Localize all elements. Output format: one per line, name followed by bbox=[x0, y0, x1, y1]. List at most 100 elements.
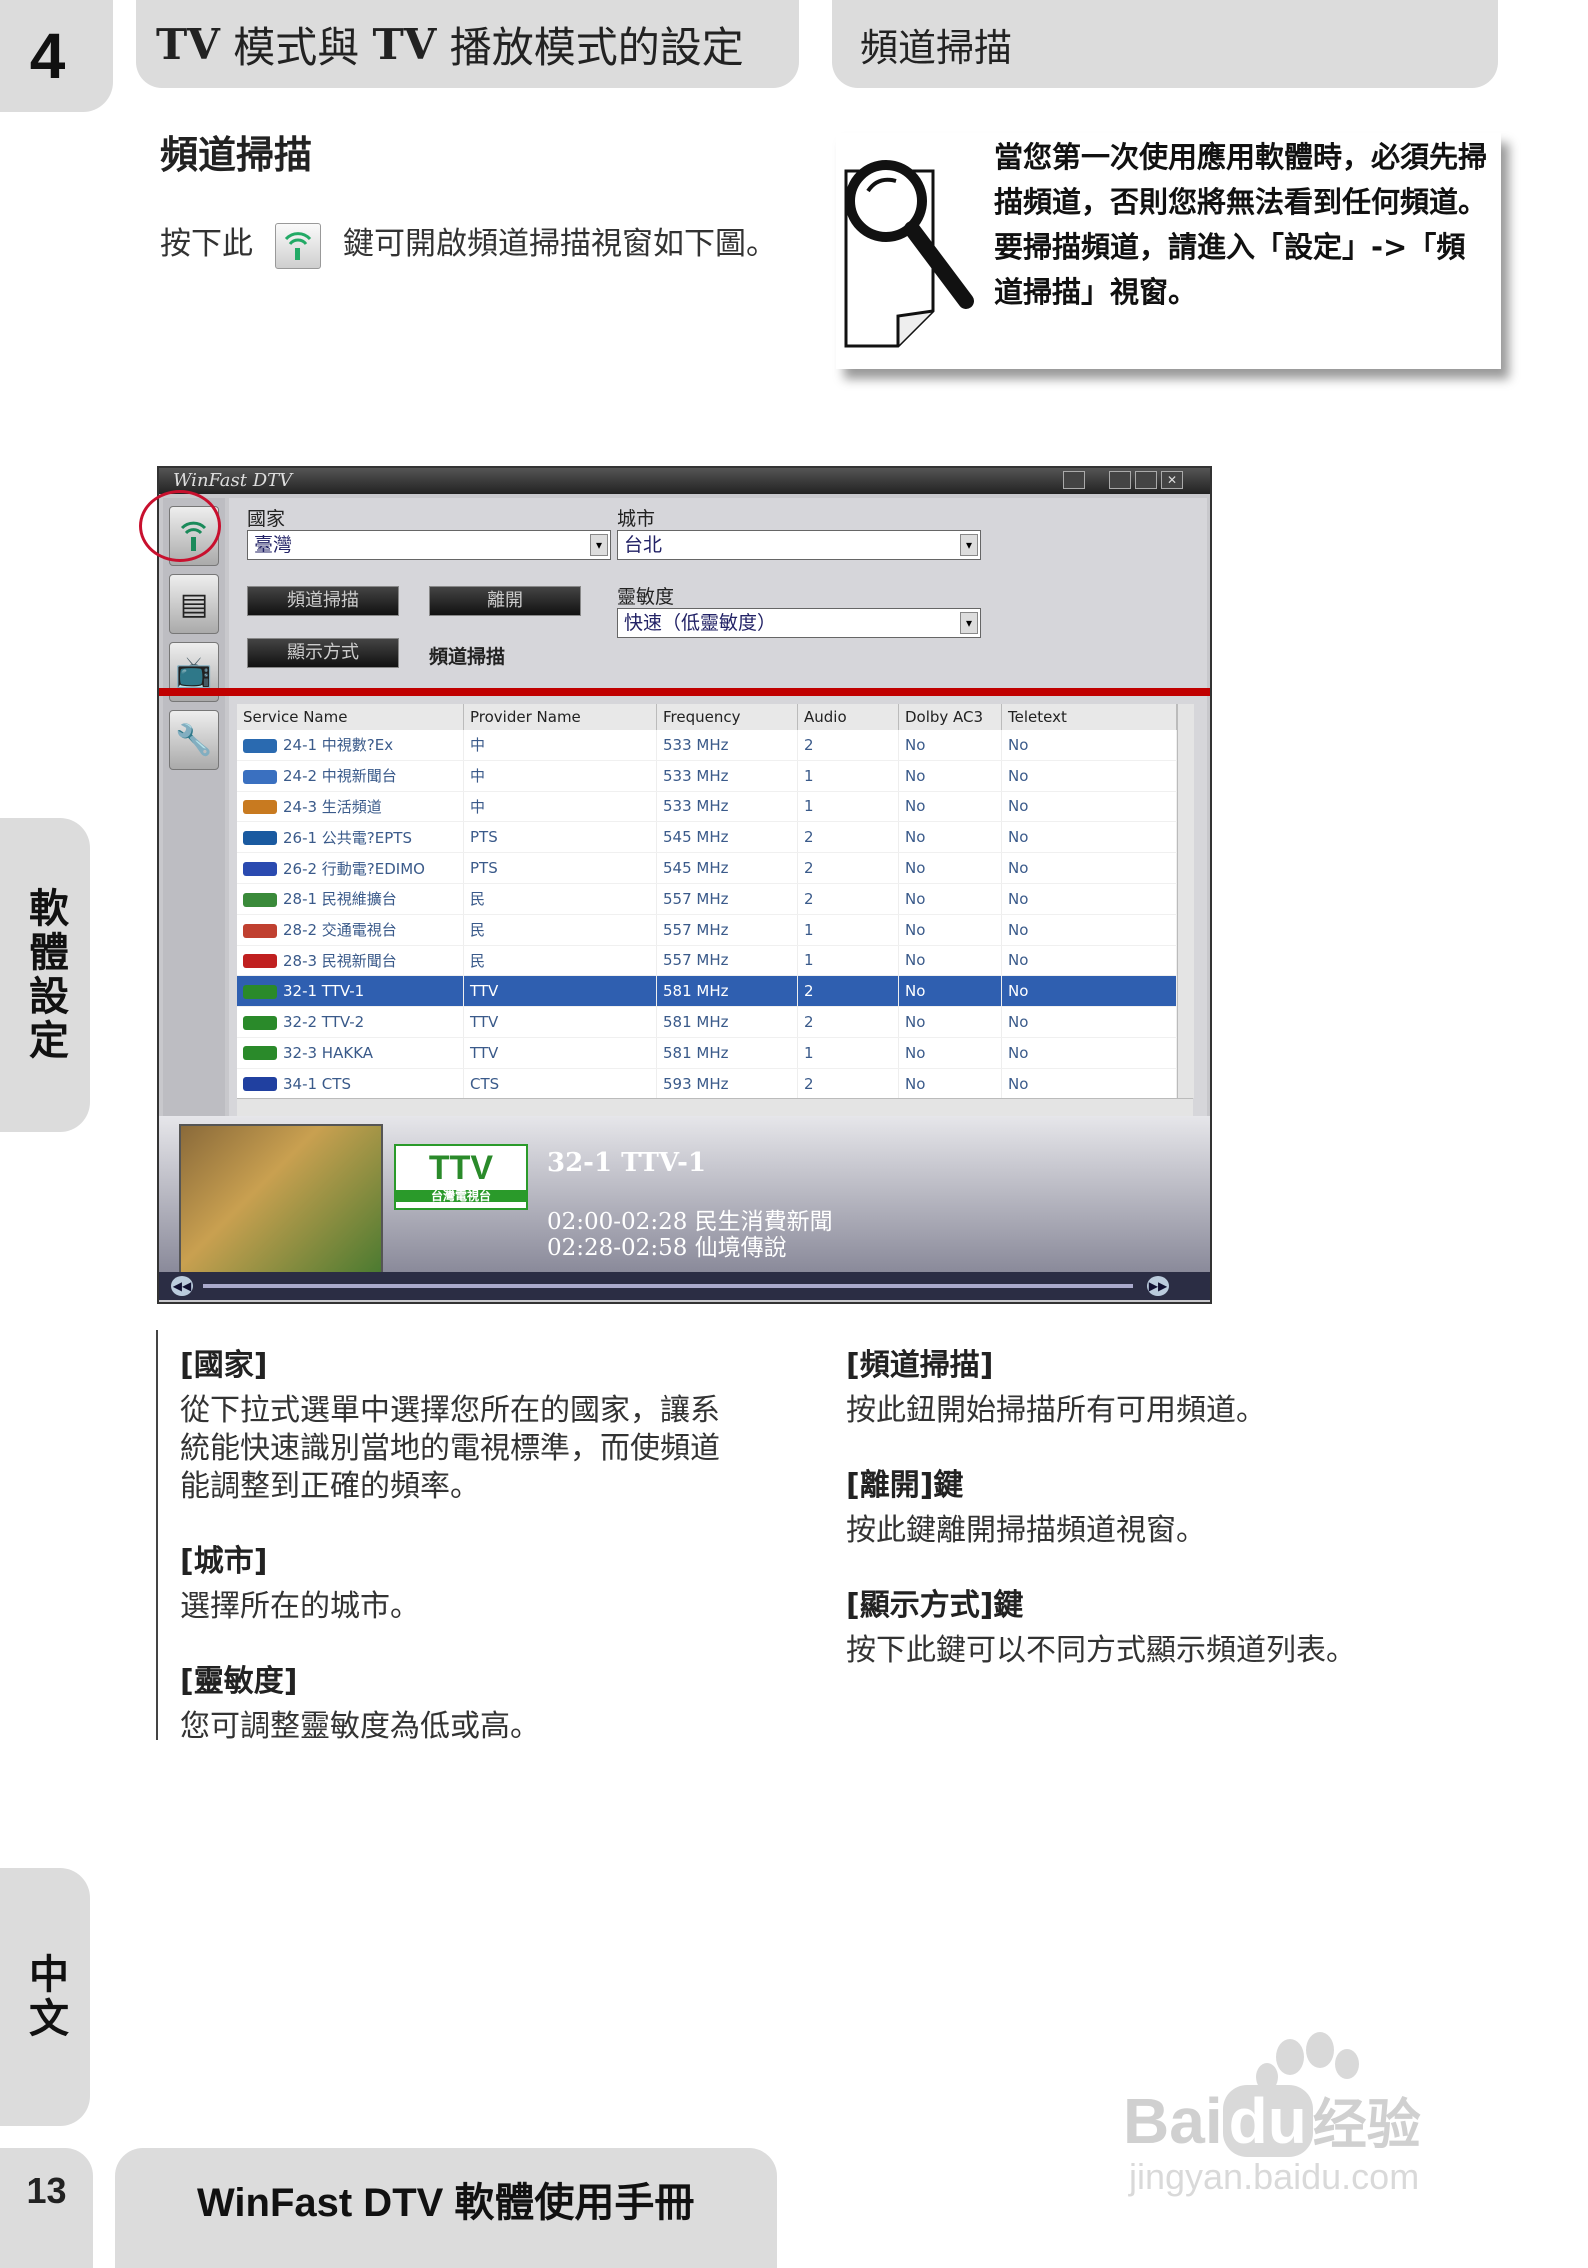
table-row[interactable]: 28-2 交通電視台 民 557 MHz 1 No No bbox=[237, 914, 1177, 946]
table-row[interactable]: 34-1 CTS CTS 593 MHz 2 No No bbox=[237, 1068, 1177, 1100]
table-cell: 545 MHz bbox=[656, 852, 798, 884]
country-select[interactable]: 臺灣 ▾ bbox=[247, 530, 611, 560]
table-cell: No bbox=[898, 821, 1002, 854]
cell-text: No bbox=[1008, 920, 1029, 939]
table-cell: 中 bbox=[463, 730, 657, 761]
table-cell: No bbox=[1001, 730, 1177, 761]
cell-text: PTS bbox=[470, 859, 498, 878]
table-row[interactable]: 32-1 TTV-1 TTV 581 MHz 2 No No bbox=[237, 975, 1177, 1008]
cell-text: 26-2 行動電?EDIMO bbox=[283, 859, 425, 878]
cell-text: No bbox=[905, 889, 926, 908]
table-row[interactable]: 26-1 公共電?EPTS PTS 545 MHz 2 No No bbox=[237, 821, 1177, 854]
forward-icon[interactable]: ▶▶ bbox=[1147, 1276, 1169, 1296]
table-row[interactable]: 28-3 民視新聞台 民 557 MHz 1 No No bbox=[237, 945, 1177, 977]
table-cell: 28-2 交通電視台 bbox=[237, 914, 464, 946]
rewind-icon[interactable]: ◀◀ bbox=[171, 1276, 193, 1296]
cell-text: No bbox=[1008, 951, 1029, 970]
def-scan-desc: 按此鈕開始掃描所有可用頻道。 bbox=[846, 1393, 1266, 1428]
col-dolby[interactable]: Dolby AC3 bbox=[898, 704, 1002, 730]
table-cell: 32-3 HAKKA bbox=[237, 1037, 464, 1069]
def-sensitivity-term: [靈敏度] bbox=[180, 1664, 298, 1699]
ttv-logo-sub: 台灣電視台 bbox=[396, 1190, 526, 1202]
display-mode-button[interactable]: 顯示方式 bbox=[247, 638, 399, 668]
table-cell: No bbox=[898, 1037, 1002, 1069]
highlight-circle bbox=[139, 490, 221, 562]
cell-text: 26-1 公共電?EPTS bbox=[283, 828, 412, 847]
table-cell: No bbox=[1001, 945, 1177, 977]
cell-text: TTV bbox=[470, 1013, 499, 1032]
table-cell: 2 bbox=[797, 1006, 899, 1038]
def-city-desc: 選擇所在的城市。 bbox=[180, 1589, 420, 1624]
table-cell: No bbox=[898, 1068, 1002, 1100]
scan-button[interactable]: 頻道掃描 bbox=[247, 586, 399, 616]
cell-text: 2 bbox=[804, 1013, 814, 1032]
channel-logo-icon bbox=[243, 1077, 277, 1092]
section-label-tab: 頻道掃描 bbox=[832, 0, 1498, 88]
cell-text: No bbox=[905, 1013, 926, 1032]
city-label: 城市 bbox=[617, 508, 656, 530]
cell-text: 1 bbox=[804, 920, 814, 939]
sensitivity-select[interactable]: 快速（低靈敏度） ▾ bbox=[617, 608, 981, 638]
table-cell: 中 bbox=[463, 760, 657, 792]
cell-text: No bbox=[1008, 982, 1029, 1001]
cell-text: 28-3 民視新聞台 bbox=[283, 951, 397, 970]
table-cell: PTS bbox=[463, 821, 657, 854]
col-provider-name[interactable]: Provider Name bbox=[463, 704, 657, 730]
playback-bar: ◀◀ ▶▶ bbox=[159, 1272, 1210, 1300]
cell-text: 557 MHz bbox=[663, 920, 729, 939]
watermark-brand-cn: 经验 bbox=[1312, 2095, 1421, 2155]
table-cell: 581 MHz bbox=[656, 1006, 798, 1038]
settings-tab-strip: ▤ 📺 🔧 bbox=[163, 498, 225, 1163]
table-row[interactable]: 24-2 中視新聞台 中 533 MHz 1 No No bbox=[237, 760, 1177, 792]
window-maximize-button[interactable] bbox=[1135, 471, 1157, 489]
channel-logo-icon bbox=[243, 769, 277, 784]
table-horizontal-scrollbar[interactable] bbox=[237, 1098, 1193, 1117]
city-value: 台北 bbox=[624, 534, 663, 556]
table-cell: 2 bbox=[797, 975, 899, 1008]
window-mode-button[interactable] bbox=[1063, 471, 1085, 489]
table-row[interactable]: 26-2 行動電?EDIMO PTS 545 MHz 2 No No bbox=[237, 852, 1177, 884]
table-cell: 民 bbox=[463, 914, 657, 946]
def-sensitivity-desc: 您可調整靈敏度為低或高。 bbox=[180, 1709, 540, 1744]
table-cell: No bbox=[1001, 821, 1177, 854]
col-audio[interactable]: Audio bbox=[797, 704, 899, 730]
window-title: WinFast DTV bbox=[173, 470, 293, 491]
chapter-number-tab: 4 bbox=[0, 0, 113, 112]
cell-text: 32-2 TTV-2 bbox=[283, 1013, 365, 1032]
window-close-button[interactable]: ✕ bbox=[1161, 471, 1183, 489]
table-row[interactable]: 28-1 民視維擴台 民 557 MHz 2 No No bbox=[237, 883, 1177, 915]
table-cell: CTS bbox=[463, 1068, 657, 1100]
cell-text: 民 bbox=[470, 951, 486, 970]
window-minimize-button[interactable] bbox=[1109, 471, 1131, 489]
table-vertical-scrollbar[interactable] bbox=[1177, 704, 1194, 1098]
table-row[interactable]: 24-3 生活頻道 中 533 MHz 1 No No bbox=[237, 791, 1177, 823]
def-exit-desc: 按此鍵離開掃描頻道視窗。 bbox=[846, 1513, 1206, 1548]
cell-text: 533 MHz bbox=[663, 766, 729, 785]
exit-button[interactable]: 離開 bbox=[429, 586, 581, 616]
watermark-brand-bai: Bai bbox=[1123, 2085, 1223, 2157]
table-cell: No bbox=[898, 791, 1002, 823]
cell-text: No bbox=[1008, 889, 1029, 908]
cell-text: No bbox=[1008, 1043, 1029, 1062]
chevron-down-icon: ▾ bbox=[960, 612, 978, 634]
title-mid: 模式與 bbox=[219, 22, 373, 72]
cell-text: No bbox=[905, 859, 926, 878]
col-teletext[interactable]: Teletext bbox=[1001, 704, 1177, 730]
def-display-desc: 按下此鍵可以不同方式顯示頻道列表。 bbox=[846, 1633, 1356, 1668]
col-frequency[interactable]: Frequency bbox=[656, 704, 798, 730]
scan-button-icon bbox=[275, 222, 321, 269]
intro-after: 鍵可開啟頻道掃描視窗如下圖。 bbox=[343, 226, 777, 262]
table-row[interactable]: 32-3 HAKKA TTV 581 MHz 1 No No bbox=[237, 1037, 1177, 1069]
city-select[interactable]: 台北 ▾ bbox=[617, 530, 981, 560]
cell-text: 1 bbox=[804, 951, 814, 970]
channel-logo-icon bbox=[243, 1015, 277, 1030]
table-row[interactable]: 24-1 中視數?Ex 中 533 MHz 2 No No bbox=[237, 730, 1177, 761]
manual-title-tab: WinFast DTV 軟體使用手冊 bbox=[115, 2148, 777, 2268]
seek-slider[interactable] bbox=[203, 1284, 1133, 1288]
table-row[interactable]: 32-2 TTV-2 TTV 581 MHz 2 No No bbox=[237, 1006, 1177, 1038]
col-service-name[interactable]: Service Name bbox=[237, 704, 464, 730]
tab-device[interactable]: ▤ bbox=[169, 574, 219, 634]
tab-tools[interactable]: 🔧 bbox=[169, 710, 219, 770]
channel-logo-icon bbox=[243, 1046, 277, 1061]
table-cell: No bbox=[1001, 914, 1177, 946]
